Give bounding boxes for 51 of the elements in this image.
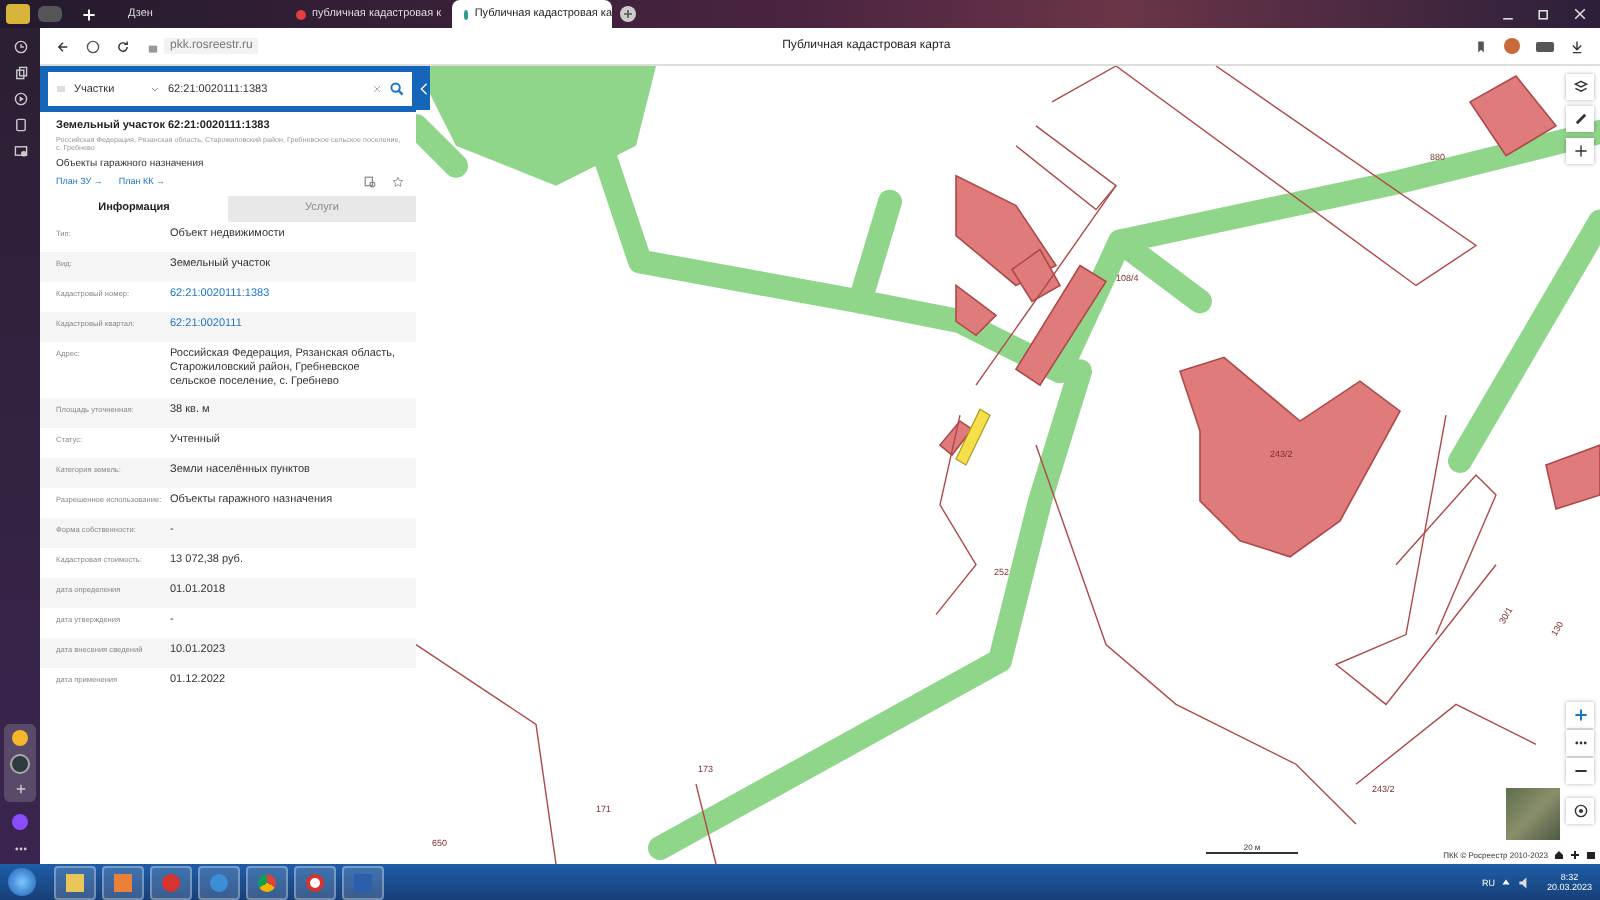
app-icon[interactable] [10,754,30,774]
reload-icon[interactable] [116,39,130,53]
restore-icon[interactable] [1536,6,1552,22]
zoom-in-button[interactable] [1566,702,1594,728]
road [416,113,468,178]
new-tab-icon[interactable] [82,7,96,21]
parcel-boundary[interactable] [1035,444,1357,825]
parcel-boundary[interactable] [935,414,977,616]
layers-button[interactable] [1566,74,1594,100]
plus-icon [1573,708,1587,722]
building[interactable] [955,283,998,337]
star-icon[interactable] [392,175,404,188]
start-button[interactable] [8,868,36,896]
target-icon [1573,804,1587,818]
building[interactable] [1468,74,1558,157]
parcel-boundary[interactable] [695,783,717,864]
close-icon[interactable] [1572,6,1588,22]
parcel-boundary[interactable] [1015,125,1117,211]
pencil-icon [1573,112,1587,126]
play-icon[interactable] [13,92,27,106]
clock-icon[interactable] [13,40,27,54]
copy-icon[interactable] [13,66,27,80]
layers-icon [1573,80,1587,94]
parcel-boundary[interactable] [1334,414,1497,706]
zoom-out-button[interactable] [1566,758,1594,784]
add-icon[interactable] [13,782,27,796]
chrome-icon[interactable] [246,865,288,899]
chevron-left-icon [419,81,427,95]
satellite-thumbnail[interactable] [1506,788,1560,840]
parcel-boundary[interactable] [1395,473,1497,636]
building[interactable] [1179,356,1402,558]
parcel-boundary[interactable] [1051,66,1117,103]
window-icon[interactable] [1586,850,1596,860]
parcel-boundary[interactable] [975,185,1117,386]
selected-parcel[interactable] [955,408,991,466]
document-search-icon[interactable] [364,175,376,188]
image-icon[interactable] [13,144,27,158]
locate-button[interactable] [1566,798,1594,824]
search-icon[interactable] [390,82,404,96]
tray-arrow-icon[interactable] [1500,876,1513,888]
building[interactable] [1010,248,1062,303]
download-icon[interactable] [1570,39,1584,53]
home-icon[interactable] [1554,850,1564,860]
add-tab-icon[interactable] [620,6,636,22]
plus-icon[interactable] [1570,850,1580,860]
back-icon[interactable] [56,39,70,53]
minus-icon [1573,764,1587,778]
more-icon[interactable] [13,842,27,856]
dots-icon [1573,736,1587,750]
collapse-panel-button[interactable] [416,66,430,110]
building[interactable] [1545,443,1600,510]
